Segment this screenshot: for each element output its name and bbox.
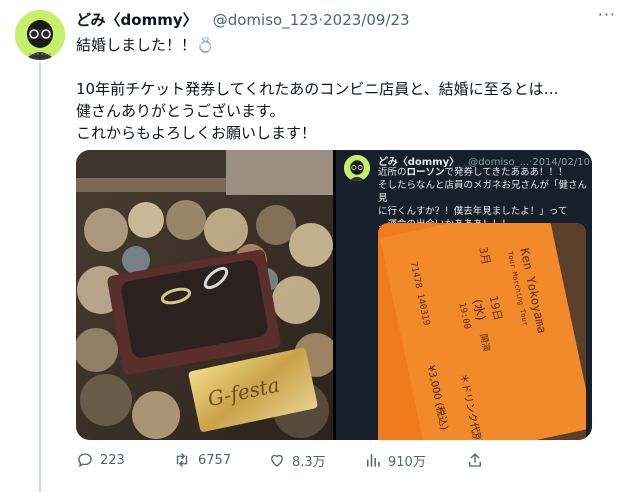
user-handle[interactable]: @domiso_123 (213, 11, 319, 29)
share-button[interactable] (466, 448, 490, 472)
heart-icon (271, 454, 283, 467)
quoted-line-1: 近所のローソンで発券してきたあああ！！！ (378, 167, 568, 178)
ticket-image: Ken Yokoyama Tour Marching Tour 3月 19日 (… (378, 223, 586, 440)
retweet-icon (176, 453, 188, 467)
views-count: 910万 (388, 454, 426, 470)
quoted-tweet: どみ〈dommy〉 @domiso_...·2014/02/10 近所のローソン… (336, 150, 592, 440)
retweet-count: 6757 (198, 452, 232, 468)
reply-button[interactable]: 223 (76, 448, 125, 472)
avatar-illustration (15, 10, 65, 60)
quoted-line-3: に行くんすか？！僕去年見ましたよ！」って (378, 206, 568, 217)
tweet-line-gap (76, 56, 616, 78)
ticket-photo: Ken Yokoyama Tour Marching Tour 3月 19日 (… (378, 223, 586, 440)
reply-count: 223 (100, 452, 125, 468)
thread-line (39, 62, 41, 492)
views-chart-icon (367, 454, 380, 467)
retweet-button[interactable]: 6757 (172, 448, 231, 472)
like-count: 8.3万 (292, 454, 326, 470)
quoted-text: 近所のローソンで発券してきたあああ！！！ そしたらなんと店員のメガネお兄さんが「… (378, 166, 588, 231)
display-name[interactable]: どみ〈dommy〉 (76, 11, 198, 29)
tweet-date[interactable]: 2023/09/23 (323, 11, 409, 29)
ring-box-image: G-festa (76, 150, 338, 440)
quoted-line-2: そしたらなんと店員のメガネお兄さんが「健さん見 (378, 180, 588, 204)
reply-icon (78, 453, 92, 467)
quoted-avatar (344, 155, 370, 181)
ring-box-photo[interactable]: G-festa (76, 150, 338, 440)
media-grid: G-festa どみ〈dommy〉 @domiso_...·2014/02/10… (76, 150, 592, 440)
tweet-header: どみ〈dommy〉 @domiso_123·2023/09/23 ··· (76, 5, 620, 29)
more-options-icon[interactable]: ··· (598, 5, 616, 24)
avatar[interactable] (15, 10, 65, 60)
tweet-line-5: これからもよろしくお願いします！ (76, 124, 317, 142)
tweet-line-1: 結婚しました！！💍 (76, 36, 215, 54)
tweet-line-4: 健さんありがとうございます。 (76, 102, 285, 120)
quoted-avatar-illustration (344, 155, 370, 181)
action-bar: 223 6757 8.3万 910万 (76, 448, 616, 472)
views-button[interactable]: 910万 (364, 448, 426, 472)
like-button[interactable]: 8.3万 (268, 448, 326, 472)
share-icon (469, 453, 481, 467)
quoted-tweet-screenshot[interactable]: どみ〈dommy〉 @domiso_...·2014/02/10 近所のローソン… (336, 150, 592, 440)
tweet-text: 結婚しました！！💍 10年前チケット発券してくれたあのコンビニ店員と、結婚に至る… (76, 34, 616, 144)
tweet-line-3: 10年前チケット発券してくれたあのコンビニ店員と、結婚に至るとは… (76, 80, 559, 98)
